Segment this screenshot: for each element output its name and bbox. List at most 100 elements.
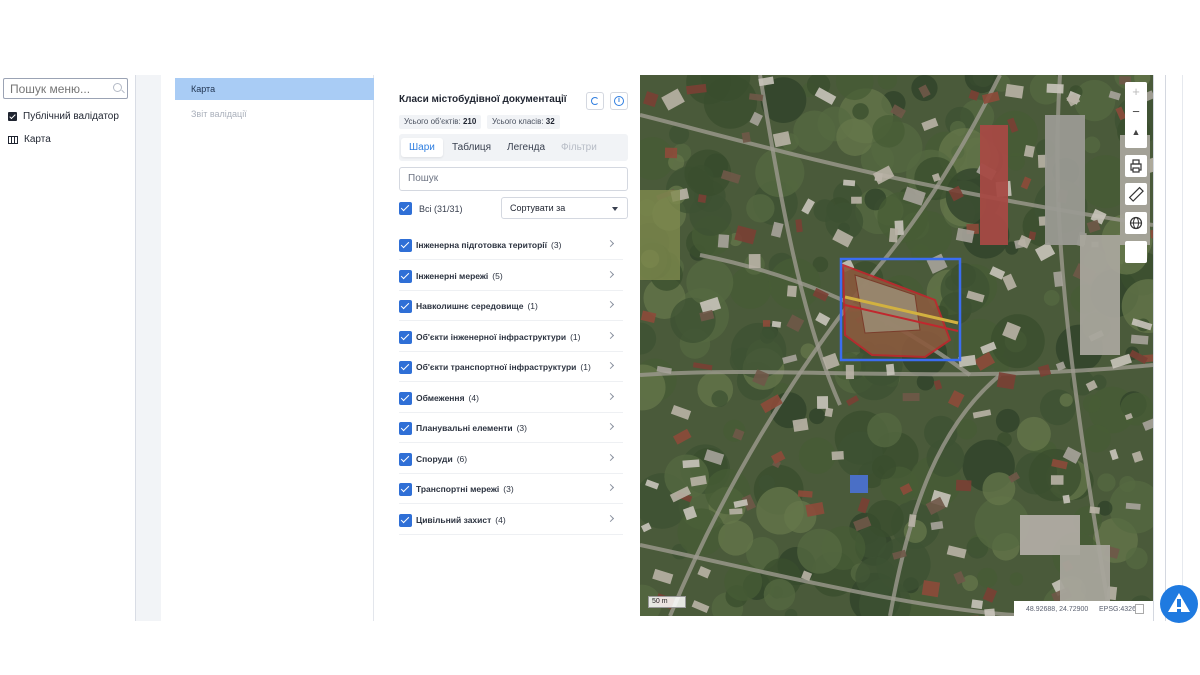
chevron-right-icon[interactable] (606, 239, 615, 248)
refresh-button[interactable] (586, 92, 604, 110)
layer-label: Інженерна підготовка території (3) (416, 240, 561, 250)
sort-select-value: Сортувати за (510, 203, 566, 213)
layer-checkbox[interactable] (399, 300, 412, 313)
tab-legend[interactable]: Легенда (499, 138, 553, 157)
layer-count: (1) (527, 301, 538, 311)
basemap-button[interactable] (1125, 212, 1147, 234)
layer-label: Об'єкти інженерної інфраструктури (1) (416, 332, 580, 342)
layer-checkbox[interactable] (399, 391, 412, 405)
layer-row[interactable]: Об'єкти транспортної інфраструктури (1) (399, 352, 623, 382)
menu-item-public-validator[interactable]: Публічний валідатор (8, 111, 119, 122)
layer-row[interactable]: Споруди (6) (399, 444, 623, 474)
layer-row[interactable]: Інженерна підготовка території (3) (399, 230, 623, 260)
panel-title: Класи містобудівної документації (399, 94, 567, 105)
layer-count: (1) (580, 362, 591, 372)
layer-label: Інженерні мережі (5) (416, 271, 503, 281)
gutter (136, 75, 161, 621)
classes-count-label: Усього класів: (492, 117, 544, 126)
app-frame: Публічний валідатор Карта Карта Звіт вал… (0, 75, 1200, 621)
select-all-checkbox[interactable] (399, 202, 412, 215)
layer-checkbox[interactable] (399, 483, 412, 496)
chevron-right-icon[interactable] (606, 514, 615, 522)
right-scrollbar[interactable] (1153, 75, 1166, 621)
layer-row[interactable]: Планувальні елементи (3) (399, 413, 623, 443)
layer-name: Обмеження (416, 392, 465, 403)
layer-checkbox[interactable] (399, 452, 412, 466)
chevron-right-icon[interactable] (606, 361, 615, 370)
layer-name: Інженерні мережі (416, 270, 489, 281)
panel-tabs: Шари Таблиця Легенда Фільтри (399, 134, 628, 161)
layer-checkbox[interactable] (399, 361, 412, 374)
coordinates-readout: 48.92688, 24.72900 (1026, 606, 1089, 613)
warning-icon-dot (1177, 609, 1181, 612)
layer-search-input[interactable]: Пошук (399, 167, 628, 191)
layer-label: Обмеження (4) (416, 393, 479, 403)
menu-search-input[interactable] (3, 78, 128, 99)
measure-button[interactable] (1125, 183, 1147, 205)
blank-control-button[interactable] (1125, 241, 1147, 263)
chevron-right-icon[interactable] (606, 422, 615, 431)
globe-icon (1129, 216, 1143, 230)
layer-checkbox[interactable] (399, 513, 412, 527)
tab-layers[interactable]: Шари (401, 138, 443, 157)
refresh-icon (591, 97, 599, 105)
satellite-imagery (640, 75, 1153, 616)
select-all-label: Всі (31/31) (419, 204, 463, 214)
layer-row[interactable]: Транспортні мережі (3) (399, 474, 623, 504)
zoom-in-button[interactable]: + (1125, 82, 1147, 102)
layer-name: Навколишнє середовище (416, 301, 524, 311)
layer-name: Цивільний захист (416, 514, 492, 525)
layers-panel: Класи містобудівної документації i Усьог… (374, 75, 640, 621)
chevron-right-icon[interactable] (606, 331, 615, 339)
left-menu: Публічний валідатор Карта (0, 75, 136, 621)
chevron-right-icon[interactable] (606, 300, 615, 309)
layer-name: Планувальні елементи (416, 423, 513, 433)
layer-row[interactable]: Навколишнє середовище (1) (399, 291, 623, 321)
layer-name: Транспортні мережі (416, 484, 500, 494)
chevron-right-icon[interactable] (606, 483, 615, 492)
layer-row[interactable]: Обмеження (4) (399, 383, 623, 413)
subnav-item-map[interactable]: Карта (175, 78, 374, 100)
scale-bar: 50 m (648, 596, 686, 608)
ruler-icon (1128, 186, 1144, 202)
info-button[interactable]: i (610, 92, 628, 110)
chevron-right-icon[interactable] (606, 392, 615, 400)
caret-down-icon (612, 207, 618, 211)
layer-row[interactable]: Цивільний захист (4) (399, 505, 623, 535)
layer-checkbox[interactable] (399, 269, 412, 283)
subnav-item-validation-report[interactable]: Звіт валідації (191, 109, 247, 119)
layer-row[interactable]: Інженерні мережі (5) (399, 261, 623, 291)
map-icon (8, 135, 18, 144)
info-icon: i (614, 96, 624, 106)
search-icon[interactable] (113, 83, 122, 92)
north-arrow-button[interactable]: ▲ (1125, 122, 1147, 142)
sub-navigation: Карта Звіт валідації (161, 75, 374, 621)
layer-checkbox[interactable] (399, 239, 412, 252)
layer-count: (3) (516, 423, 527, 433)
print-button[interactable] (1125, 155, 1147, 177)
layer-row[interactable]: Об'єкти інженерної інфраструктури (1) (399, 322, 623, 352)
layer-label: Споруди (6) (416, 454, 467, 464)
layer-count: (4) (468, 392, 479, 403)
projection-label: EPSG:4326 (1099, 606, 1136, 613)
chevron-right-icon[interactable] (606, 270, 615, 278)
zoom-out-button[interactable]: − (1125, 102, 1147, 122)
layer-count: (1) (570, 331, 581, 342)
layer-checkbox[interactable] (399, 330, 412, 344)
map-view[interactable]: + − ▲ 50 m (640, 75, 1153, 616)
tab-filters: Фільтри (561, 142, 597, 153)
layer-count: (3) (551, 240, 562, 250)
tab-table[interactable]: Таблиця (444, 138, 499, 157)
layer-label: Планувальні елементи (3) (416, 423, 527, 433)
layer-count: (4) (495, 514, 506, 525)
chevron-right-icon[interactable] (606, 453, 615, 461)
objects-count-badge: Усього об'єктів: 210 (399, 115, 482, 129)
menu-item-map[interactable]: Карта (8, 134, 51, 145)
feedback-alert-button[interactable] (1160, 585, 1198, 623)
layer-count: (5) (492, 270, 503, 281)
layer-label: Цивільний захист (4) (416, 515, 506, 525)
menu-item-label: Публічний валідатор (23, 111, 119, 122)
sort-select[interactable]: Сортувати за (501, 197, 628, 219)
zoom-controls: + − ▲ (1125, 82, 1147, 148)
layer-checkbox[interactable] (399, 422, 412, 435)
